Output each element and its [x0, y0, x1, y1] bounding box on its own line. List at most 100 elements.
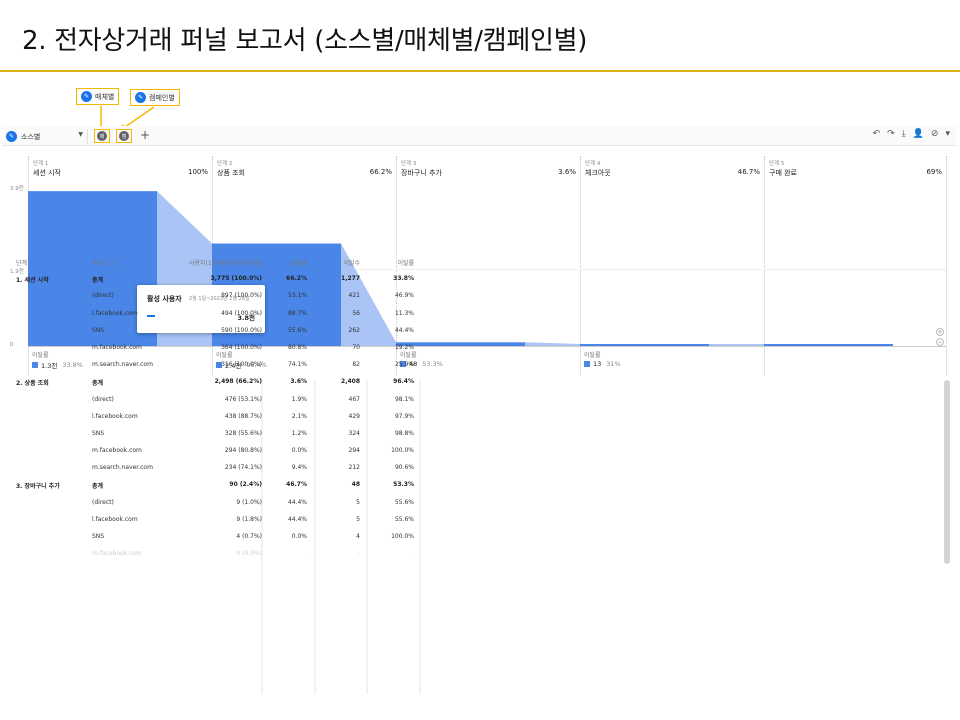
zoom-out-icon[interactable]: −: [936, 338, 944, 346]
cell-users: 328 (55.6%): [224, 429, 262, 437]
cell-abandon-rate: 98.8%: [394, 429, 414, 437]
cell-source: (direct): [92, 498, 114, 506]
cell-abandon: 82: [352, 361, 360, 369]
slide-title: 2. 전자상거래 퍼널 보고서 (소스별/매체별/캠페인별): [22, 26, 588, 56]
dropoff-value: 13 31%: [584, 360, 621, 368]
col-abandon[interactable]: 이탈수: [343, 258, 360, 267]
cell-abandon: 5: [356, 498, 360, 506]
col-users[interactable]: 사용자(1단계와 비교한 비율): [189, 258, 262, 267]
cell-source: m.facebook.com: [92, 343, 142, 351]
cell-users: 9 (1.0%): [236, 498, 262, 506]
funnel-dropoff-area: [525, 342, 580, 346]
cell-source: m.search.naver.com: [92, 361, 153, 369]
cell-users: 476 (53.1%): [224, 395, 262, 403]
table-row[interactable]: l.facebook.com 438 (88.7%) 2.1% 429 97.9…: [16, 409, 416, 426]
funnel-bar[interactable]: [580, 344, 709, 346]
col-step[interactable]: 단계: [16, 258, 27, 267]
table-row[interactable]: SNS 328 (55.6%) 1.2% 324 98.8%: [16, 426, 416, 443]
table-row[interactable]: 2. 상품 조회 총계 2,498 (66.2%) 3.6% 2,408 96.…: [16, 374, 416, 391]
col-abandon-rate[interactable]: 이탈률: [397, 258, 414, 267]
series-swatch: [584, 361, 590, 367]
cell-source: 총계: [92, 277, 104, 285]
table-row[interactable]: SNS 4 (0.7%) 0.0% 4 100.0%: [16, 529, 416, 546]
dropoff-count: 13: [593, 360, 602, 368]
cell-users: 9 (1.8%): [236, 515, 262, 523]
table-row[interactable]: 3. 장바구니 추가 총계 90 (2.4%) 46.7% 48 53.3%: [16, 477, 416, 494]
cell-abandon: 5: [356, 515, 360, 523]
cell-abandon: 421: [348, 292, 360, 300]
table-row[interactable]: m.facebook.com 294 (80.8%) 0.0% 294 100.…: [16, 443, 416, 460]
col-source[interactable]: 세션 소스: [92, 258, 116, 267]
table-row[interactable]: (direct) 9 (1.0%) 44.4% 5 55.6%: [16, 495, 416, 512]
cell-abandon-rate: 55.6%: [394, 498, 414, 506]
cell-abandon-rate: 100.0%: [391, 533, 414, 540]
table-row[interactable]: l.facebook.com 9 (1.8%) 44.4% 5 55.6%: [16, 512, 416, 529]
slide: 2. 전자상거래 퍼널 보고서 (소스별/매체별/캠페인별) ✎ 매체별 ✎ 캠…: [0, 0, 960, 720]
cell-step: 1. 세션 시작: [16, 277, 49, 285]
dropoff-rate: 31%: [606, 360, 621, 368]
cell-completion: 0.0%: [291, 447, 307, 455]
cell-completion: 44.4%: [287, 515, 307, 523]
cell-completion: 80.8%: [287, 343, 307, 351]
cell-abandon-rate: 97.9%: [394, 412, 414, 420]
cell-source: l.facebook.com: [92, 309, 138, 317]
cell-abandon-rate: 19.2%: [394, 343, 414, 351]
cell-source: m.search.naver.com: [92, 464, 153, 472]
funnel-bar[interactable]: [764, 344, 893, 346]
cell-abandon: 429: [348, 412, 360, 420]
cell-completion: 1.2%: [291, 429, 307, 437]
cell-completion: 74.1%: [287, 361, 307, 369]
table-row[interactable]: (direct) 897 (100.0%) 53.1% 421 46.9%: [16, 288, 416, 305]
zoom-in-icon[interactable]: +: [936, 328, 944, 336]
cell-abandon-rate: 55.6%: [394, 515, 414, 523]
cell-abandon: 70: [352, 343, 360, 351]
cell-completion: 66.2%: [286, 275, 307, 283]
cell-users: 234 (74.1%): [224, 464, 262, 472]
cell-abandon: 1,277: [341, 275, 360, 283]
cell-abandon: 324: [348, 429, 360, 437]
table-row[interactable]: l.facebook.com 494 (100.0%) 88.7% 56 11.…: [16, 306, 416, 323]
table-row[interactable]: m.search.naver.com 234 (74.1%) 9.4% 212 …: [16, 460, 416, 477]
dropoff-cell: 이탈률 13 31%: [580, 348, 764, 370]
table-row[interactable]: m.facebook.com 364 (100.0%) 80.8% 70 19.…: [16, 340, 416, 357]
cell-users: 3,775 (100.0%): [210, 275, 262, 283]
cell-completion: 46.7%: [286, 481, 307, 489]
cell-source: 총계: [92, 483, 104, 491]
funnel-dropoff-area: [709, 344, 764, 346]
cell-completion: 0.0%: [291, 533, 307, 540]
pencil-icon: ✎: [6, 131, 17, 142]
cell-abandon-rate: 33.8%: [393, 275, 414, 283]
table-row[interactable]: SNS 590 (100.0%) 55.6% 262 44.4%: [16, 323, 416, 340]
cell-abandon-rate: 44.4%: [394, 326, 414, 334]
cell-step: 3. 장바구니 추가: [16, 483, 60, 491]
table-row[interactable]: (direct) 476 (53.1%) 1.9% 467 98.1%: [16, 392, 416, 409]
col-completion[interactable]: 완료율: [290, 258, 307, 267]
cell-source: (direct): [92, 292, 114, 300]
cell-source: m.facebook.com: [92, 447, 142, 455]
cell-abandon: 56: [352, 309, 360, 317]
cell-users: 90 (2.4%): [229, 481, 262, 489]
cell-abandon: 467: [348, 395, 360, 403]
cell-completion: 9.4%: [291, 464, 307, 472]
cell-users: 316 (100.0%): [221, 361, 262, 369]
cell-source: 총계: [92, 380, 104, 388]
cell-completion: 55.6%: [287, 326, 307, 334]
cell-step: 2. 상품 조회: [16, 380, 49, 388]
cell-abandon: 212: [348, 464, 360, 472]
cell-users: 438 (88.7%): [224, 412, 262, 420]
cell-completion: 44.4%: [287, 498, 307, 506]
cell-abandon-rate: 90.6%: [394, 464, 414, 472]
table-row[interactable]: m.search.naver.com 316 (100.0%) 74.1% 82…: [16, 357, 416, 374]
table-row[interactable]: m.facebook.com 0 (0.0%) - - -: [16, 546, 416, 563]
table-row[interactable]: 1. 세션 시작 총계 3,775 (100.0%) 66.2% 1,277 3…: [16, 271, 416, 288]
cell-users: 0 (0.0%): [236, 550, 262, 558]
cell-source: SNS: [92, 429, 105, 437]
funnel-table: 단계 세션 소스 사용자(1단계와 비교한 비율) 완료율 이탈수 이탈률 1.…: [16, 254, 416, 563]
cell-abandon: 2,408: [341, 378, 360, 386]
cell-abandon: 294: [348, 447, 360, 455]
cell-abandon-rate: 100.0%: [391, 447, 414, 455]
cell-abandon: 262: [348, 326, 360, 334]
scrollbar[interactable]: [944, 380, 950, 564]
cell-users: 494 (100.0%): [221, 309, 262, 317]
dropoff-rate: 53.3%: [422, 360, 443, 368]
